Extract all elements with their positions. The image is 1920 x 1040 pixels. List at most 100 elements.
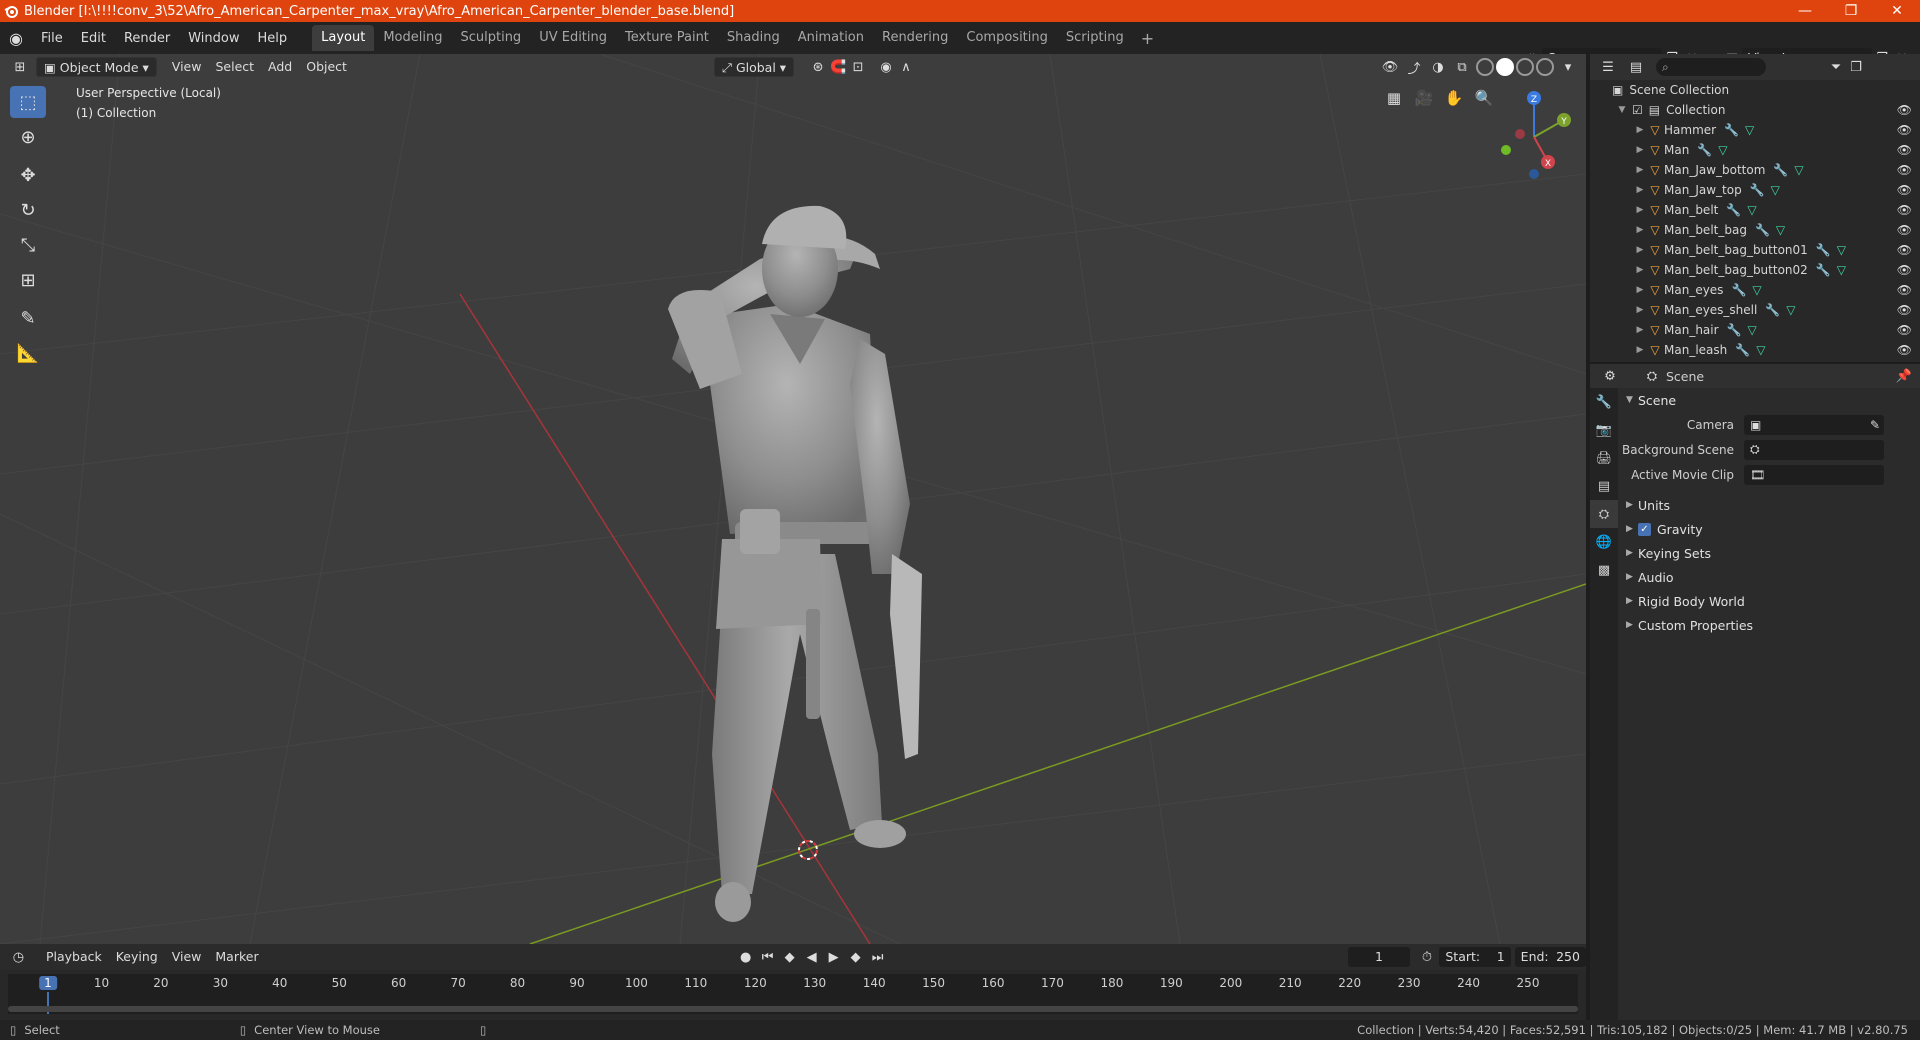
3d-viewport[interactable]: ⊞ ▣ Object Mode ▾ View Select Add Object… [0,54,1586,944]
tab-shading[interactable]: Shading [718,25,789,51]
expand-triangle-icon[interactable]: ▶ [1634,285,1646,295]
mesh-data-icon[interactable]: ▽ [1786,303,1795,317]
outliner-object-row[interactable]: ▶ ▽ Man_belt_bag 🔧 ▽ 👁 [1590,220,1920,240]
outliner-object-row[interactable]: ▶ ▽ Man_belt_bag_button02 🔧 ▽ 👁 [1590,260,1920,280]
rotate-tool-icon[interactable]: ↻ [10,194,46,226]
eye-icon[interactable]: 👁 [1897,243,1912,257]
eye-icon[interactable]: 👁 [1897,283,1912,297]
mesh-data-icon[interactable]: ▽ [1794,163,1803,177]
tab-layout[interactable]: Layout [312,25,375,51]
eye-icon[interactable]: 👁 [1897,163,1912,177]
timeline-menu-marker[interactable]: Marker [208,947,265,967]
close-button[interactable]: ✕ [1874,0,1920,22]
snap-icon[interactable]: 🧲 [828,57,848,77]
active-movie-clip-field[interactable]: 🎞 [1744,464,1884,485]
timeline-menu-view[interactable]: View [165,947,209,967]
falloff-icon[interactable]: ∧ [896,57,916,77]
play-icon[interactable]: ▶ [824,947,844,967]
tab-animation[interactable]: Animation [789,25,873,51]
expand-triangle-icon[interactable]: ▶ [1634,145,1646,155]
viewport-menu-view[interactable]: View [165,57,209,77]
outliner-search[interactable]: ⌕ [1656,58,1766,76]
custom-properties-panel-header[interactable]: ▶ Custom Properties [1620,613,1918,637]
next-keyframe-icon[interactable]: ◆ [846,947,866,967]
pin-icon[interactable]: 📌 [1894,366,1914,386]
rigid-body-world-panel-header[interactable]: ▶ Rigid Body World [1620,589,1918,613]
modifier-wrench-icon[interactable]: 🔧 [1727,323,1742,337]
eye-icon[interactable]: 👁 [1897,263,1912,277]
eye-icon[interactable]: 👁 [1897,223,1912,237]
outliner-object-row[interactable]: ▶ ▽ Man_Jaw_top 🔧 ▽ 👁 [1590,180,1920,200]
pivot-point-icon[interactable]: ⊛ [808,57,828,77]
timeline-menu-playback[interactable]: Playback [39,947,109,967]
wireframe-shading-icon[interactable] [1476,58,1494,76]
outliner-editor-icon[interactable]: ☰ [1598,57,1618,77]
carpenter-model[interactable] [668,205,922,922]
current-frame-marker[interactable]: 1 [39,976,57,990]
expand-triangle-icon[interactable]: ▶ [1634,305,1646,315]
outliner-object-row[interactable]: ▶ ▽ Hammer 🔧 ▽ 👁 [1590,120,1920,140]
tab-compositing[interactable]: Compositing [957,25,1057,51]
viewport-menu-object[interactable]: Object [299,57,354,77]
modifier-wrench-icon[interactable]: 🔧 [1697,143,1712,157]
mesh-data-icon[interactable]: ▽ [1718,143,1727,157]
outliner-object-row[interactable]: ▶ ▽ Man_eyes_shell 🔧 ▽ 👁 [1590,300,1920,320]
pan-view-icon[interactable]: ✋ [1440,84,1468,112]
gizmo-toggle-icon[interactable]: ⤴ [1404,57,1424,77]
eye-icon[interactable]: 👁 [1897,203,1912,217]
timeline-menu-keying[interactable]: Keying [109,947,165,967]
menu-edit[interactable]: Edit [72,31,115,46]
eye-icon[interactable]: 👁 [1897,183,1912,197]
outliner-object-row[interactable]: ▶ ▽ Man 🔧 ▽ 👁 [1590,140,1920,160]
modifier-wrench-icon[interactable]: 🔧 [1765,303,1780,317]
current-frame-field[interactable]: 1 [1347,947,1411,967]
orientation-gizmo[interactable]: Z Y X [1490,82,1586,182]
outliner-object-row[interactable]: ▶ ▽ Man_belt 🔧 ▽ 👁 [1590,200,1920,220]
shading-options-icon[interactable]: ▾ [1558,57,1578,77]
mesh-data-icon[interactable]: ▽ [1747,203,1756,217]
visibility-icon[interactable]: 👁 [1380,57,1400,77]
eye-icon[interactable]: 👁 [1897,343,1912,357]
modifier-wrench-icon[interactable]: 🔧 [1726,203,1741,217]
start-frame-field[interactable]: Start: 1 [1439,947,1511,967]
expand-triangle-icon[interactable]: ▶ [1634,225,1646,235]
overlay-toggle-icon[interactable]: ◑ [1428,57,1448,77]
mesh-data-icon[interactable]: ▽ [1837,243,1846,257]
eye-icon[interactable]: 👁 [1897,303,1912,317]
add-workspace-icon[interactable]: + [1133,29,1162,48]
end-frame-field[interactable]: End: 250 [1514,947,1586,967]
modifier-wrench-icon[interactable]: 🔧 [1816,243,1831,257]
expand-triangle-icon[interactable]: ▶ [1634,165,1646,175]
eye-icon[interactable]: 👁 [1897,323,1912,337]
mesh-data-icon[interactable]: ▽ [1756,343,1765,357]
outliner-object-row[interactable]: ▶ ▽ Man_leash 🔧 ▽ 👁 [1590,340,1920,360]
outliner-object-row[interactable]: ▶ ▽ Man_Jaw_bottom 🔧 ▽ 👁 [1590,160,1920,180]
modifier-wrench-icon[interactable]: 🔧 [1816,263,1831,277]
tab-sculpting[interactable]: Sculpting [451,25,530,51]
texture-tab-icon[interactable]: ▩ [1590,556,1618,584]
collapse-triangle-icon[interactable]: ▼ [1616,105,1628,115]
mesh-data-icon[interactable]: ▽ [1776,223,1785,237]
mesh-data-icon[interactable]: ▽ [1771,183,1780,197]
expand-triangle-icon[interactable]: ▶ [1634,205,1646,215]
gravity-checkbox[interactable]: ✓ [1638,522,1651,536]
tool-tab-icon[interactable]: 🔧 [1590,388,1618,416]
measure-tool-icon[interactable]: 📐 [10,337,46,369]
new-collection-icon[interactable]: ❐ [1846,57,1866,77]
mesh-data-icon[interactable]: ▽ [1745,123,1754,137]
scene-panel-header[interactable]: ▼ Scene [1620,388,1918,412]
mesh-data-icon[interactable]: ▽ [1748,323,1757,337]
outliner-object-row[interactable]: ▶ ▽ Man_eyes 🔧 ▽ 👁 [1590,280,1920,300]
expand-triangle-icon[interactable]: ▶ [1634,345,1646,355]
expand-triangle-icon[interactable]: ▶ [1634,125,1646,135]
keying-sets-panel-header[interactable]: ▶ Keying Sets [1620,541,1918,565]
play-reverse-icon[interactable]: ◀ [802,947,822,967]
modifier-wrench-icon[interactable]: 🔧 [1731,283,1746,297]
tab-scripting[interactable]: Scripting [1057,25,1133,51]
background-scene-field[interactable]: ⛭ [1744,439,1884,460]
transform-tool-icon[interactable]: ⊞ [10,264,46,296]
viewport-menu-add[interactable]: Add [261,57,299,77]
tab-uv-editing[interactable]: UV Editing [530,25,616,51]
scale-tool-icon[interactable]: ⤡ [10,229,46,261]
expand-triangle-icon[interactable]: ▶ [1634,245,1646,255]
